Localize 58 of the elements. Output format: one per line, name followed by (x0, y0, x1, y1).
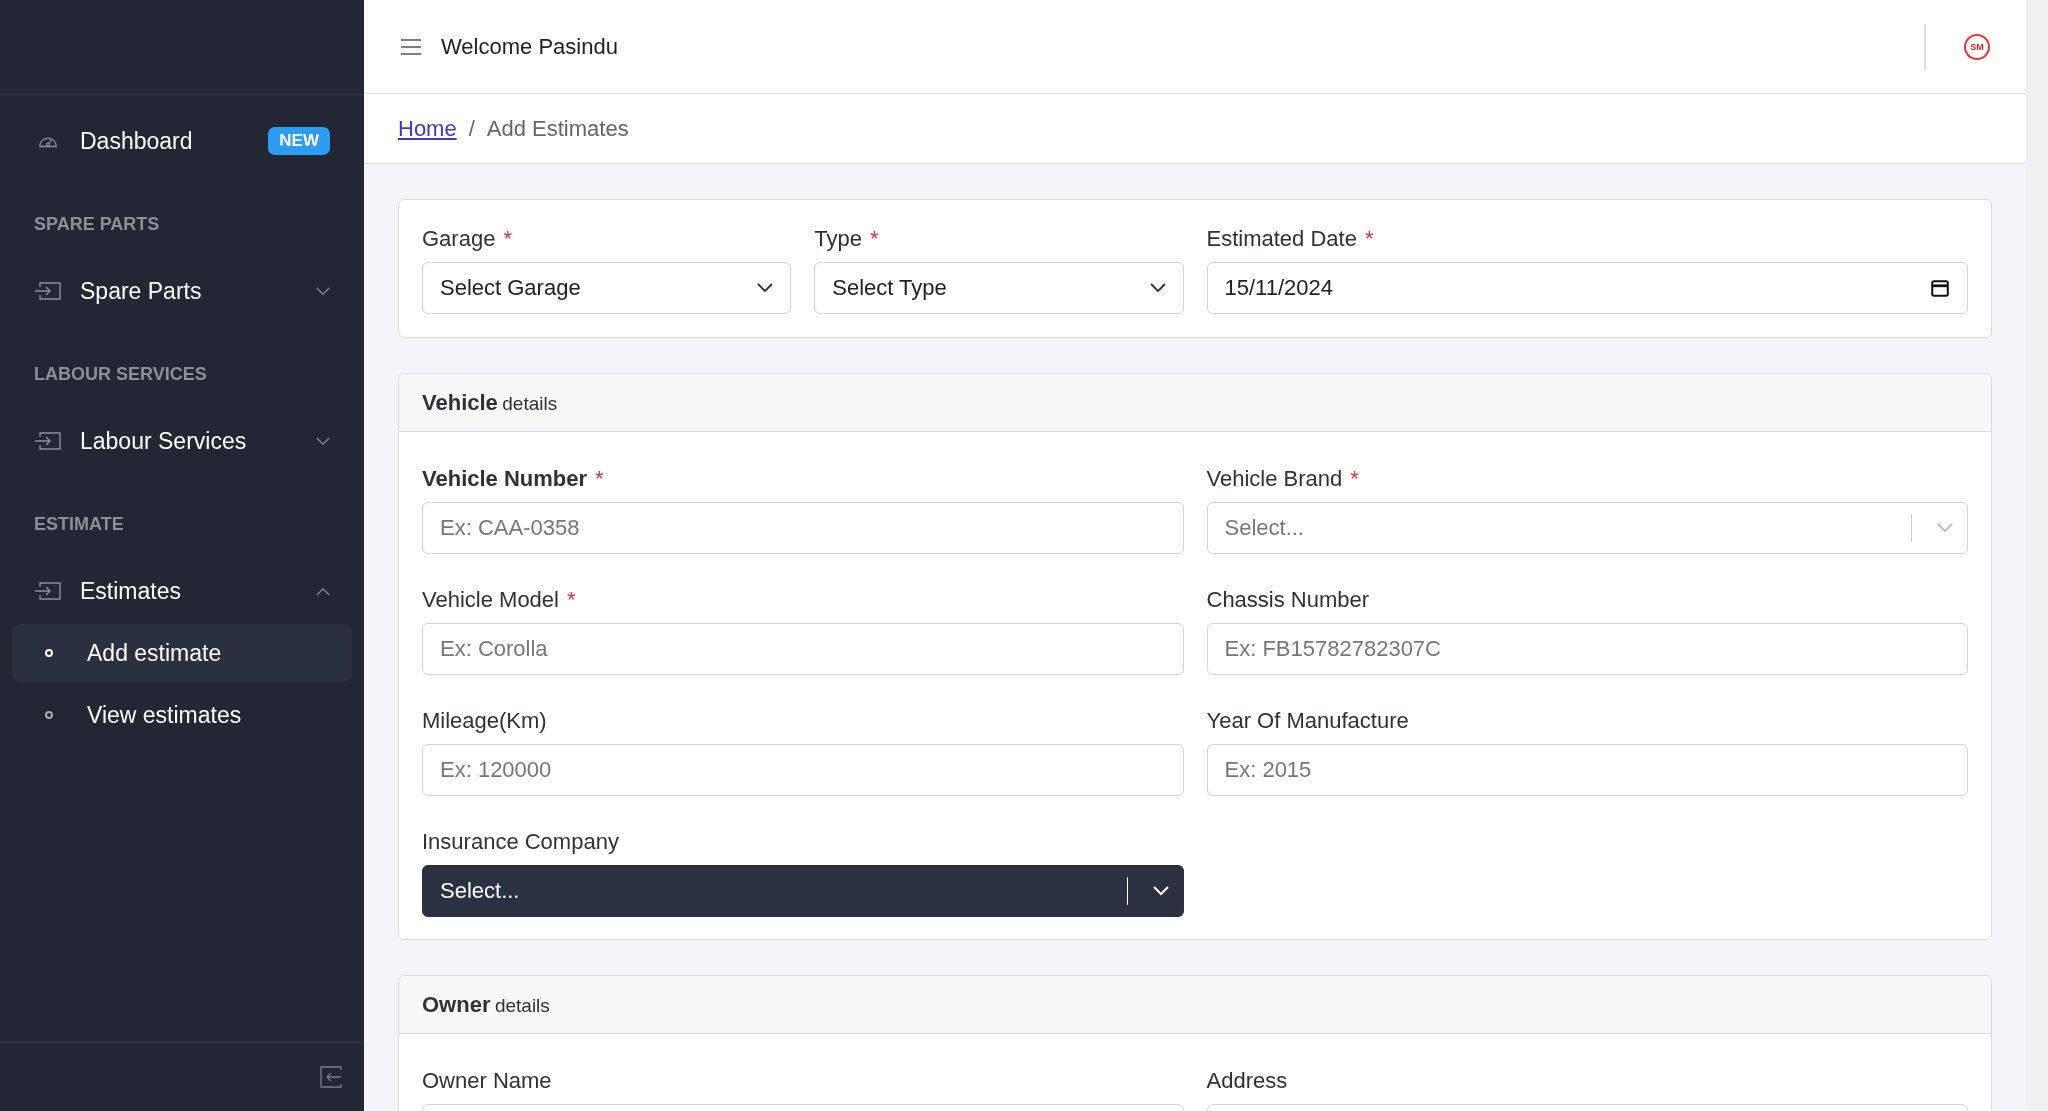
breadcrumb-current: Add Estimates (486, 115, 629, 142)
field-label: Estimated Date (1206, 226, 1357, 252)
calendar-icon[interactable] (1930, 278, 1950, 298)
sidebar-item[interactable]: Spare Parts (80, 277, 316, 305)
breadcrumb-link[interactable]: Home (398, 115, 457, 142)
menu-icon[interactable] (400, 37, 422, 56)
new-badge: NEW (268, 127, 330, 155)
chevron-down-icon (1149, 283, 1166, 293)
field-label: Address (1206, 1068, 1288, 1094)
chevron-down-icon (1152, 886, 1169, 896)
chevron-down-icon (757, 283, 774, 293)
collapse-icon[interactable] (320, 1066, 342, 1088)
select-field[interactable]: Select Type (814, 262, 1184, 314)
sidebar-item[interactable]: Labour Services (80, 427, 316, 455)
breadcrumb-separator: / (468, 115, 475, 142)
field-label: Garage (422, 226, 496, 252)
section-title: Owner details (422, 991, 550, 1018)
required-mark: * (595, 466, 604, 492)
date-field[interactable]: 15/11/2024 (1206, 262, 1968, 314)
field-label: Year Of Manufacture (1206, 708, 1409, 734)
chevron-down-icon (1937, 523, 1953, 533)
required-mark: * (869, 226, 879, 252)
field-label: Vehicle Brand (1206, 466, 1343, 492)
field-label: Chassis Number (1206, 587, 1370, 613)
field-label: Vehicle Number (422, 466, 588, 492)
field-label: Vehicle Model (422, 587, 559, 613)
field-label: Owner Name (422, 1068, 552, 1094)
required-mark: * (1350, 466, 1359, 492)
sidebar-item[interactable]: Estimates (80, 577, 316, 605)
sidebar-subitem[interactable]: Add estimate (12, 624, 352, 682)
required-mark: * (1364, 226, 1374, 252)
sidebar-item[interactable]: Dashboard (80, 127, 269, 155)
field-label: Insurance Company (422, 829, 619, 855)
sidebar-section-heading: ESTIMATE (33, 514, 125, 535)
required-mark: * (503, 226, 512, 252)
sidebar-section-heading: LABOUR SERVICES (33, 364, 208, 385)
input-field[interactable]: Ex: CAA-0358 (422, 502, 1184, 554)
input-field[interactable]: Ex: 2015 (1206, 744, 1968, 796)
select-field[interactable]: Select... (422, 865, 1184, 917)
field-label: Mileage(Km) (422, 708, 547, 734)
chevron-down-icon[interactable] (316, 286, 330, 296)
field-label: Type (814, 226, 862, 252)
sign-in-icon (34, 580, 62, 602)
chevron-down-icon[interactable] (316, 436, 330, 446)
logo[interactable]: SM (1964, 33, 1990, 60)
sidebar-section-heading: SPARE PARTS (33, 214, 161, 235)
chevron-up-icon[interactable] (316, 586, 330, 596)
select-field[interactable]: Select Garage (422, 262, 792, 314)
select-field[interactable]: Select... (1206, 502, 1968, 554)
input-field[interactable]: Ex: FB15782782307C (1206, 623, 1968, 675)
sidebar-subitem[interactable]: View estimates (12, 686, 352, 744)
section-title: Vehicle details (422, 389, 558, 416)
required-mark: * (567, 587, 576, 613)
sign-in-icon (34, 280, 62, 302)
welcome-text: Welcome Pasindu (441, 33, 619, 60)
input-field[interactable]: Ex: 120000 (422, 744, 1184, 796)
sign-in-icon (34, 430, 62, 452)
input-field[interactable]: Ex: Corolla (422, 623, 1184, 675)
